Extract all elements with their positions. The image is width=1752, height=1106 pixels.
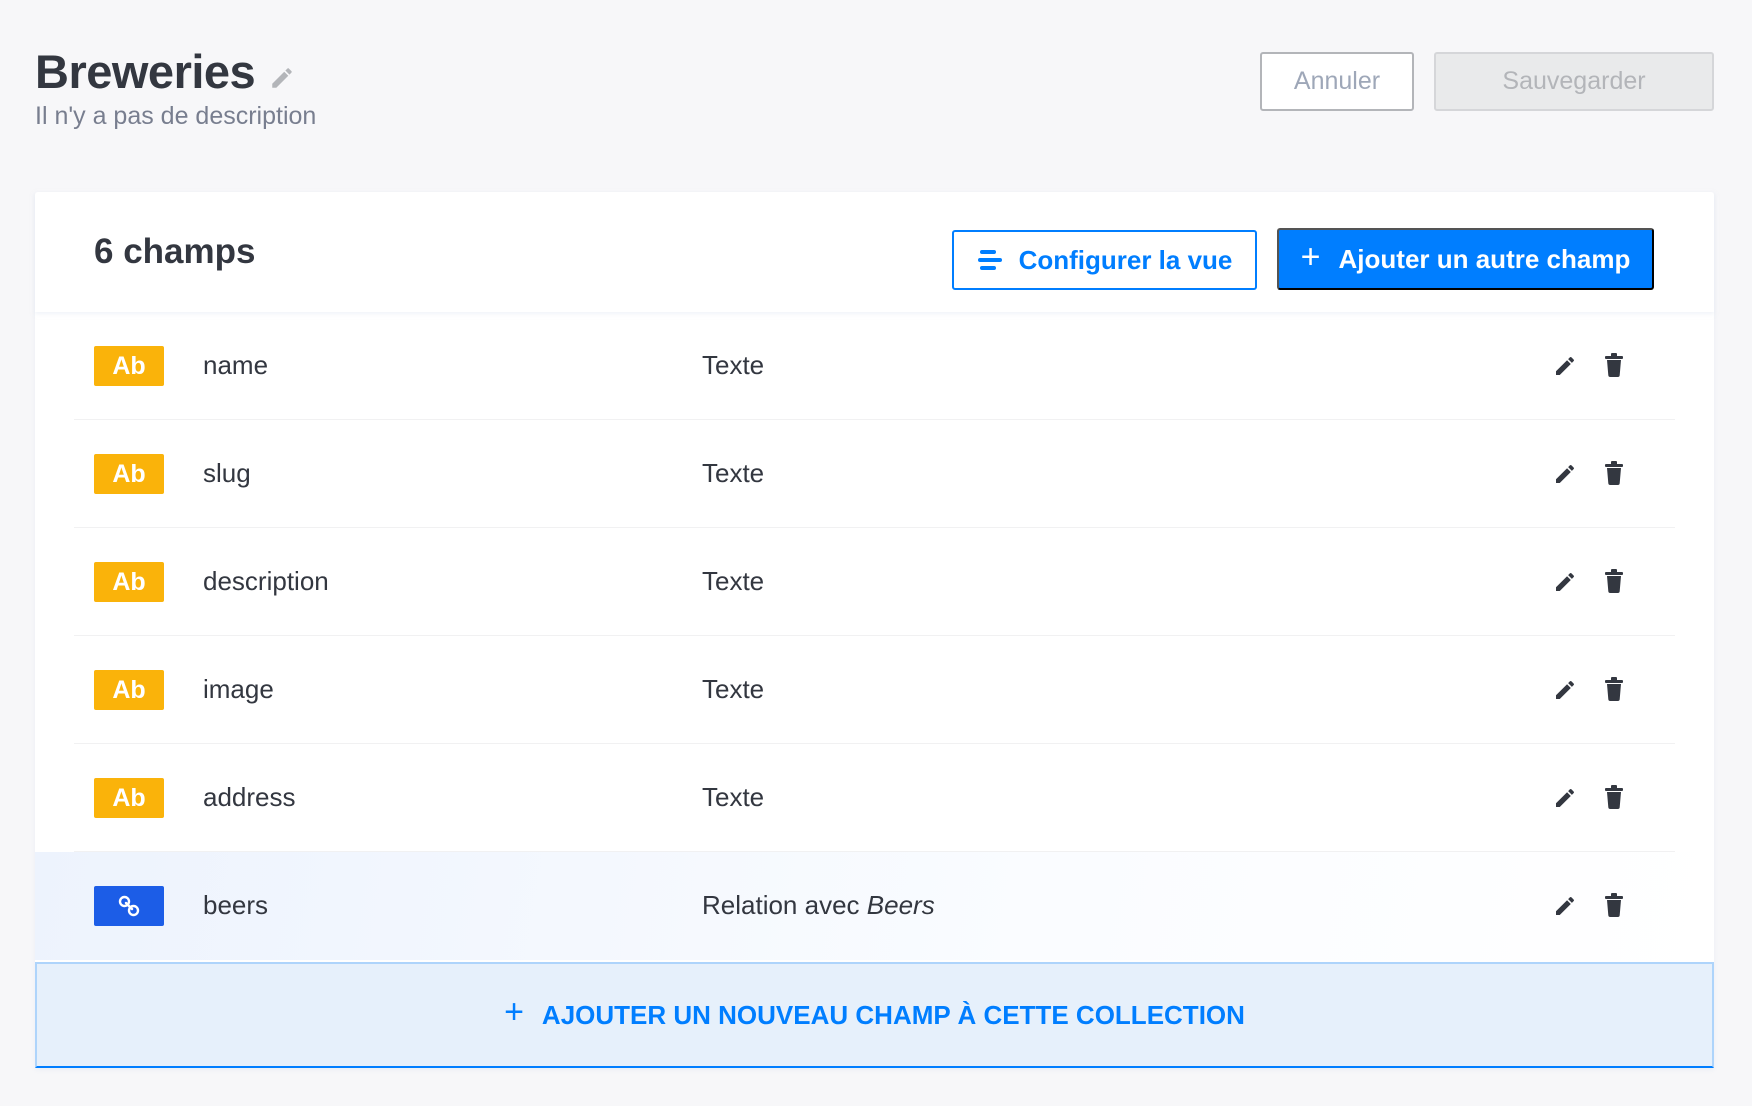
relation-type-badge: [94, 886, 164, 926]
field-row[interactable]: Ab description Texte: [35, 528, 1714, 636]
field-name: image: [203, 674, 274, 704]
pencil-icon[interactable]: [1553, 354, 1577, 378]
trash-icon[interactable]: [1604, 569, 1624, 593]
add-field-label: Ajouter un autre champ: [1338, 243, 1631, 274]
configure-view-button[interactable]: Configurer la vue: [952, 230, 1257, 290]
field-type: Texte: [702, 674, 765, 704]
add-new-field-label: AJOUTER UN NOUVEAU CHAMP À CETTE COLLECT…: [541, 999, 1245, 1030]
text-type-badge: Ab: [94, 778, 164, 818]
field-type: Relation avec Beers: [702, 890, 935, 921]
trash-icon[interactable]: [1604, 353, 1624, 378]
field-name: slug: [203, 458, 251, 488]
field-name: address: [203, 782, 296, 812]
pencil-icon[interactable]: [1553, 462, 1577, 486]
add-field-button[interactable]: + Ajouter un autre champ: [1277, 228, 1654, 290]
field-name: name: [203, 350, 269, 380]
field-row[interactable]: beers Relation avec Beers: [35, 852, 1714, 960]
field-type: Texte: [702, 458, 765, 488]
cancel-button[interactable]: Annuler: [1260, 52, 1414, 111]
page-description: Il n'y a pas de description: [35, 102, 317, 130]
text-type-badge: Ab: [94, 346, 164, 386]
field-row[interactable]: Ab image Texte: [35, 636, 1714, 744]
field-row[interactable]: Ab name Texte: [35, 312, 1714, 420]
pencil-icon[interactable]: [1553, 894, 1577, 918]
save-button[interactable]: Sauvegarder: [1434, 52, 1714, 111]
trash-icon[interactable]: [1604, 893, 1624, 917]
field-type: Texte: [702, 566, 765, 596]
plus-icon: +: [504, 992, 524, 1031]
text-type-badge: Ab: [94, 562, 164, 602]
header-title-wrap: Breweries: [35, 44, 295, 99]
text-type-badge: Ab: [94, 670, 164, 710]
pencil-icon[interactable]: [1553, 786, 1577, 810]
trash-icon[interactable]: [1604, 677, 1624, 701]
card-header: 6 champs Configurer la vue + Ajouter un …: [35, 192, 1714, 312]
configure-view-label: Configurer la vue: [1018, 244, 1233, 275]
add-new-field-bar[interactable]: + AJOUTER UN NOUVEAU CHAMP À CETTE COLLE…: [35, 962, 1714, 1068]
sliders-icon: [977, 249, 1003, 271]
plus-icon: +: [1300, 238, 1321, 276]
field-name: beers: [203, 890, 269, 920]
field-row[interactable]: Ab slug Texte: [35, 420, 1714, 528]
fields-card: 6 champs Configurer la vue + Ajouter un …: [35, 192, 1714, 1068]
pencil-icon[interactable]: [1553, 570, 1577, 594]
fields-count: 6 champs: [94, 232, 256, 271]
page: Breweries Il n'y a pas de description An…: [0, 0, 1752, 1106]
relation-target: Beers: [866, 890, 935, 920]
field-row[interactable]: Ab address Texte: [35, 744, 1714, 852]
page-title: Breweries: [35, 45, 256, 98]
link-icon: [118, 895, 140, 917]
relation-prefix: Relation avec: [702, 890, 860, 920]
trash-icon[interactable]: [1604, 461, 1624, 486]
pencil-icon[interactable]: [269, 65, 295, 91]
text-type-badge: Ab: [94, 454, 164, 494]
field-name: description: [203, 566, 329, 596]
field-type: Texte: [702, 782, 765, 812]
field-type: Texte: [702, 350, 765, 380]
trash-icon[interactable]: [1604, 785, 1624, 809]
fields-list: Ab name Texte Ab slug Texte Ab descripti…: [35, 312, 1714, 960]
pencil-icon[interactable]: [1553, 678, 1577, 702]
